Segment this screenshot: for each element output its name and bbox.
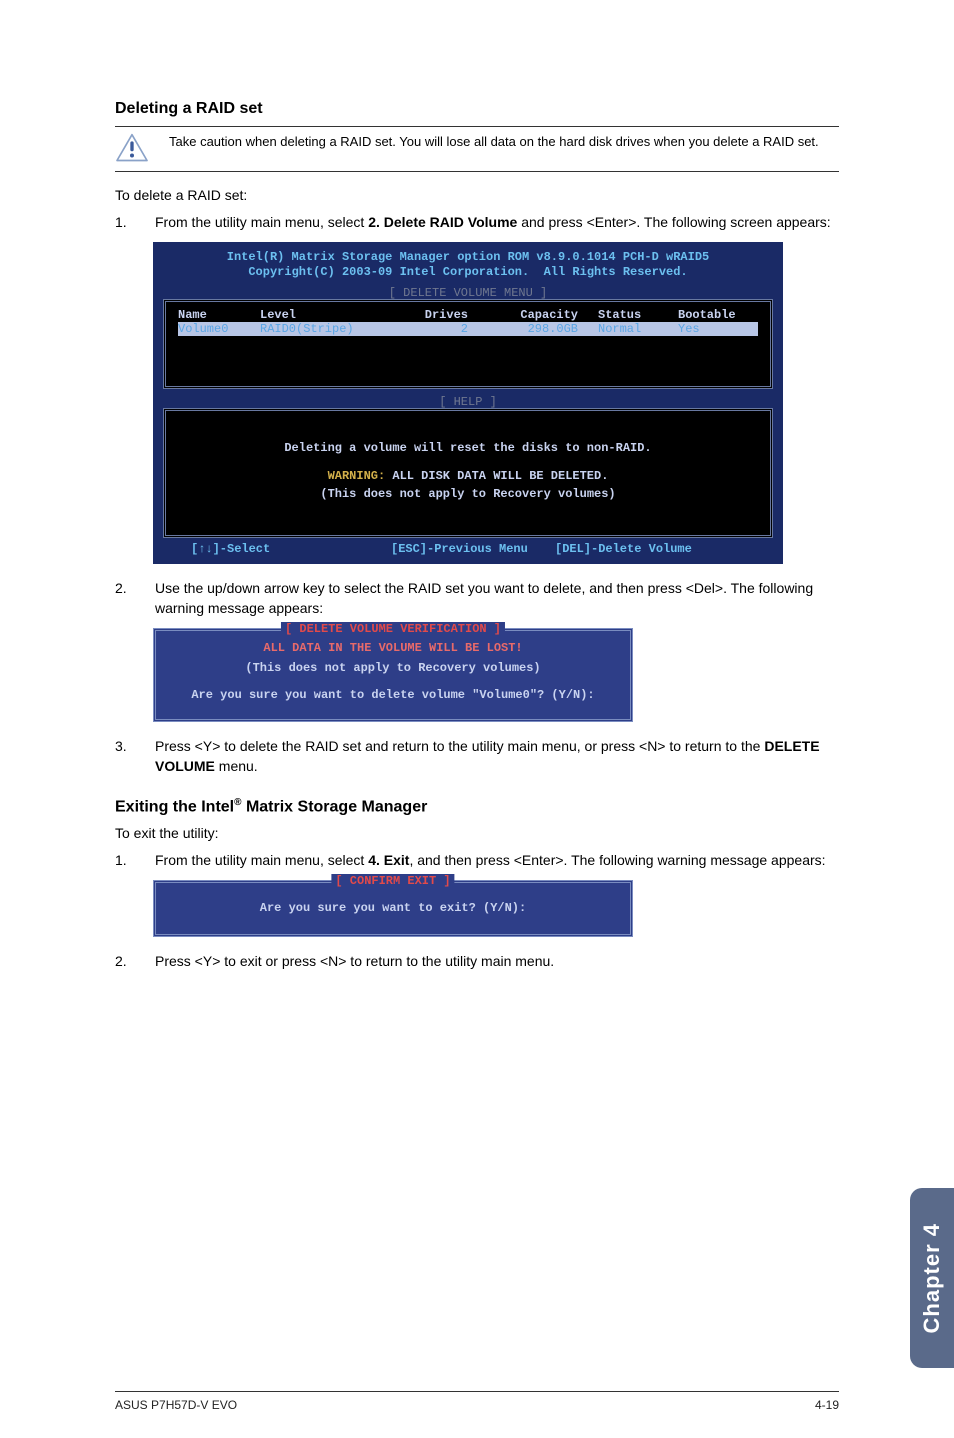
- list-item: 1. From the utility main menu, select 4.…: [115, 850, 839, 870]
- help-line1: Deleting a volume will reset the disks t…: [178, 439, 758, 457]
- footer-left: ASUS P7H57D-V EVO: [115, 1398, 237, 1412]
- frame-label-help: [ HELP ]: [163, 395, 773, 409]
- list-item: 2. Use the up/down arrow key to select t…: [115, 578, 839, 619]
- bios-key-bar: [↑↓]-Select [ESC]-Previous Menu [DEL]-De…: [163, 538, 773, 558]
- col-capacity: Capacity: [488, 308, 598, 322]
- dialog-delete-verification: [ DELETE VOLUME VERIFICATION ] ALL DATA …: [153, 628, 633, 722]
- col-drives: Drives: [408, 308, 488, 322]
- step-text: Use the up/down arrow key to select the …: [155, 578, 839, 619]
- caution-callout: Take caution when deleting a RAID set. Y…: [115, 133, 839, 163]
- step-number: 2.: [115, 578, 129, 619]
- step-text: From the utility main menu, select 2. De…: [155, 212, 839, 232]
- divider: [115, 171, 839, 172]
- caution-icon: [115, 133, 149, 163]
- list-item: 2. Press <Y> to exit or press <N> to ret…: [115, 951, 839, 971]
- intro-delete: To delete a RAID set:: [115, 186, 839, 206]
- divider: [115, 126, 839, 127]
- col-level: Level: [260, 308, 408, 322]
- bios-help-panel: Deleting a volume will reset the disks t…: [163, 408, 773, 538]
- dialog-warning-line: ALL DATA IN THE VOLUME WILL BE LOST!: [176, 639, 610, 658]
- key-select: [↑↓]-Select: [191, 542, 391, 556]
- chapter-tab-label: Chapter 4: [919, 1223, 945, 1333]
- bios-title-line2: Copyright(C) 2003-09 Intel Corporation. …: [163, 265, 773, 280]
- key-prev-menu: [ESC]-Previous Menu: [391, 542, 555, 556]
- help-line3: (This does not apply to Recovery volumes…: [178, 485, 758, 503]
- table-row: Volume0 RAID0(Stripe) 2 298.0GB Normal Y…: [178, 322, 758, 336]
- chapter-tab: Chapter 4: [910, 1188, 954, 1368]
- bios-volume-panel: Name Level Drives Capacity Status Bootab…: [163, 299, 773, 389]
- list-item: 1. From the utility main menu, select 2.…: [115, 212, 839, 232]
- step-number: 1.: [115, 850, 129, 870]
- step-number: 1.: [115, 212, 129, 232]
- step-text: Press <Y> to exit or press <N> to return…: [155, 951, 839, 971]
- dialog-prompt: Are you sure you want to delete volume "…: [176, 686, 610, 705]
- dialog-prompt: Are you sure you want to exit? (Y/N):: [176, 899, 610, 918]
- caution-text: Take caution when deleting a RAID set. Y…: [169, 133, 819, 151]
- key-delete-volume: [DEL]-Delete Volume: [555, 542, 745, 556]
- step-number: 2.: [115, 951, 129, 971]
- frame-label-delete: [ DELETE VOLUME MENU ]: [163, 286, 773, 300]
- dialog-title: [ CONFIRM EXIT ]: [331, 874, 454, 888]
- page-footer: ASUS P7H57D-V EVO 4-19: [115, 1391, 839, 1412]
- list-item: 3. Press <Y> to delete the RAID set and …: [115, 736, 839, 777]
- dialog-title: [ DELETE VOLUME VERIFICATION ]: [281, 622, 505, 636]
- col-name: Name: [178, 308, 260, 322]
- table-header-row: Name Level Drives Capacity Status Bootab…: [178, 308, 758, 322]
- intro-exit: To exit the utility:: [115, 824, 839, 844]
- col-status: Status: [598, 308, 678, 322]
- dialog-confirm-exit: [ CONFIRM EXIT ] Are you sure you want t…: [153, 880, 633, 937]
- step-text: Press <Y> to delete the RAID set and ret…: [155, 736, 839, 777]
- heading-exiting-intel: Exiting the Intel® Matrix Storage Manage…: [115, 797, 839, 816]
- step-text: From the utility main menu, select 4. Ex…: [155, 850, 839, 870]
- bios-delete-volume-screen: Intel(R) Matrix Storage Manager option R…: [153, 242, 783, 564]
- footer-right: 4-19: [815, 1398, 839, 1412]
- step-number: 3.: [115, 736, 129, 777]
- dialog-line: (This does not apply to Recovery volumes…: [176, 659, 610, 678]
- heading-deleting-raid: Deleting a RAID set: [115, 100, 839, 118]
- col-bootable: Bootable: [678, 308, 758, 322]
- bios-title-line1: Intel(R) Matrix Storage Manager option R…: [163, 250, 773, 265]
- help-warning-line: WARNING: ALL DISK DATA WILL BE DELETED.: [178, 467, 758, 485]
